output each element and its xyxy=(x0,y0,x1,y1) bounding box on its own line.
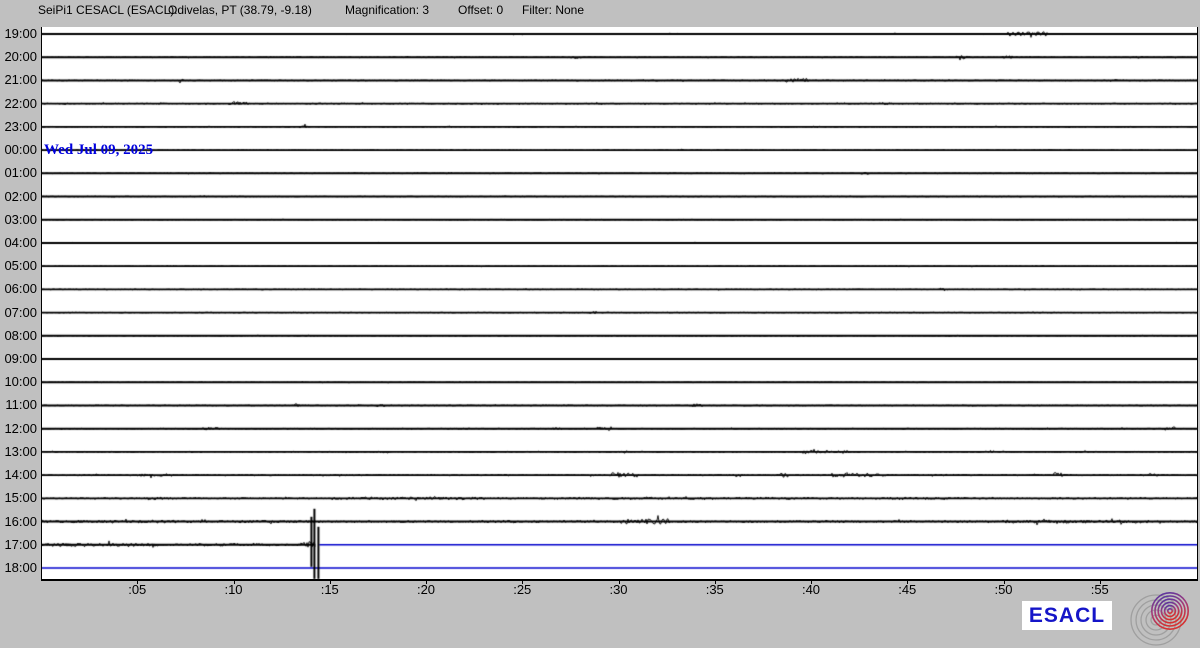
helicorder-viewer: SeiPi1 CESACL (ESACL): Odivelas, PT (38.… xyxy=(0,0,1200,648)
hour-label: 08:00 xyxy=(0,329,37,343)
esacl-logo-box: ESACL xyxy=(1022,601,1112,630)
filter-label: Filter: None xyxy=(522,3,584,17)
minute-label: :25 xyxy=(502,582,542,597)
hour-label: 23:00 xyxy=(0,120,37,134)
minute-label: :55 xyxy=(1080,582,1120,597)
hour-label: 05:00 xyxy=(0,259,37,273)
hour-label: 13:00 xyxy=(0,445,37,459)
hour-label: 02:00 xyxy=(0,190,37,204)
hour-label: 10:00 xyxy=(0,375,37,389)
hour-label: 04:00 xyxy=(0,236,37,250)
minute-label: :40 xyxy=(791,582,831,597)
hour-label: 21:00 xyxy=(0,73,37,87)
minute-label: :20 xyxy=(406,582,446,597)
hour-label: 15:00 xyxy=(0,491,37,505)
hour-label: 00:00 xyxy=(0,143,37,157)
hour-label: 19:00 xyxy=(0,27,37,41)
hour-label: 01:00 xyxy=(0,166,37,180)
hour-label: 03:00 xyxy=(0,213,37,227)
esacl-logo-text: ESACL xyxy=(1029,604,1105,628)
minute-label: :50 xyxy=(984,582,1024,597)
hour-label: 18:00 xyxy=(0,561,37,575)
hour-label: 11:00 xyxy=(0,398,37,412)
minute-label: :10 xyxy=(214,582,254,597)
hour-label: 12:00 xyxy=(0,422,37,436)
date-label: Wed Jul 09, 2025 xyxy=(44,142,153,159)
hour-label: 09:00 xyxy=(0,352,37,366)
minute-label: :45 xyxy=(887,582,927,597)
hour-label: 06:00 xyxy=(0,282,37,296)
trace-canvas xyxy=(42,27,1197,579)
offset-label: Offset: 0 xyxy=(458,3,503,17)
hour-label: 07:00 xyxy=(0,306,37,320)
hour-label: 22:00 xyxy=(0,97,37,111)
station-label: SeiPi1 CESACL (ESACL): xyxy=(38,3,178,17)
minute-label: :05 xyxy=(117,582,157,597)
minute-label: :35 xyxy=(695,582,735,597)
location-label: Odivelas, PT (38.79, -9.18) xyxy=(168,3,312,17)
seismogram-plot xyxy=(41,27,1198,581)
minute-label: :15 xyxy=(310,582,350,597)
magnification-label: Magnification: 3 xyxy=(345,3,429,17)
minute-label: :30 xyxy=(599,582,639,597)
hour-label: 17:00 xyxy=(0,538,37,552)
spiral-seismogram-logo-icon xyxy=(1126,591,1198,647)
hour-label: 16:00 xyxy=(0,515,37,529)
hour-label: 20:00 xyxy=(0,50,37,64)
hour-label: 14:00 xyxy=(0,468,37,482)
